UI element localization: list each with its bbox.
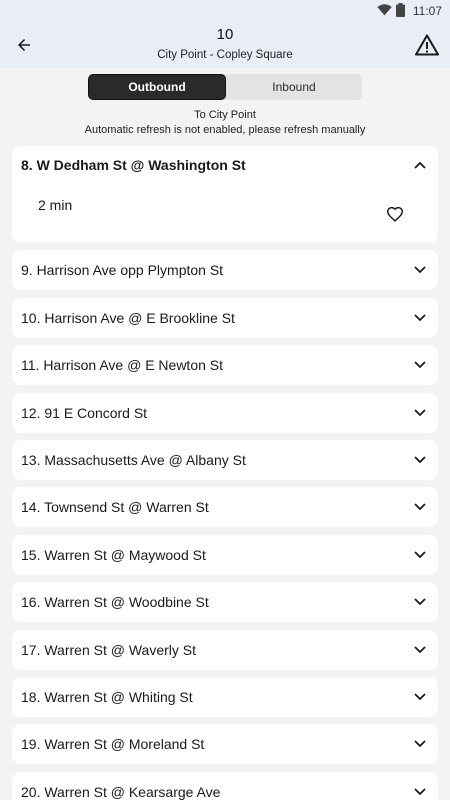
chevron-up-icon[interactable]	[412, 157, 428, 173]
chevron-down-icon[interactable]	[412, 736, 428, 752]
chevron-down-icon[interactable]	[412, 310, 428, 326]
stop-label: 19. Warren St @ Moreland St	[21, 736, 205, 753]
stop-label: 9. Harrison Ave opp Plympton St	[21, 262, 224, 279]
chevron-down-icon[interactable]	[412, 689, 428, 705]
stop-label: 13. Massachusetts Ave @ Albany St	[21, 451, 246, 468]
status-bar: 11:07	[0, 0, 450, 22]
stop-card[interactable]: 11. Harrison Ave @ E Newton St	[12, 345, 438, 386]
app-bar: 10 City Point - Copley Square	[0, 22, 450, 68]
arrow-back-icon	[18, 39, 30, 51]
chevron-down-icon[interactable]	[412, 262, 428, 278]
stop-card[interactable]: 20. Warren St @ Kearsarge Ave	[12, 771, 438, 800]
stop-card[interactable]: 18. Warren St @ Whiting St	[12, 676, 438, 717]
refresh-notice: Automatic refresh is not enabled, please…	[84, 124, 366, 136]
heart-outline-icon	[386, 206, 404, 222]
chevron-down-icon[interactable]	[412, 784, 428, 800]
alerts-button[interactable]	[412, 30, 442, 60]
battery-icon	[395, 2, 405, 20]
stop-label: 20. Warren St @ Kearsarge Ave	[21, 783, 221, 800]
stop-card[interactable]: 16. Warren St @ Woodbine St	[12, 582, 438, 623]
stop-card[interactable]: 19. Warren St @ Moreland St	[12, 724, 438, 765]
stop-card[interactable]: 10. Harrison Ave @ E Brookline St	[12, 297, 438, 338]
stop-card[interactable]: 13. Massachusetts Ave @ Albany St	[12, 439, 438, 480]
chevron-down-icon[interactable]	[412, 499, 428, 515]
stop-label: 11. Harrison Ave @ E Newton St	[21, 357, 224, 374]
chevron-down-icon[interactable]	[412, 547, 428, 563]
wifi-icon	[377, 3, 392, 19]
route-number: 10	[216, 26, 234, 43]
stop-label: 18. Warren St @ Whiting St	[21, 688, 193, 705]
chevron-down-icon[interactable]	[412, 452, 428, 468]
stop-card[interactable]: 17. Warren St @ Waverly St	[12, 629, 438, 670]
stop-card-expanded[interactable]: 8. W Dedham St @ Washington St 2 min	[12, 146, 438, 243]
stop-label: 12. 91 E Concord St	[21, 404, 148, 421]
stop-card[interactable]: 9. Harrison Ave opp Plympton St	[12, 250, 438, 291]
stop-label: 14. Townsend St @ Warren St	[21, 499, 209, 516]
warning-icon	[415, 34, 439, 56]
stop-label: 16. Warren St @ Woodbine St	[21, 594, 209, 611]
chevron-down-icon[interactable]	[412, 594, 428, 610]
stop-label: 15. Warren St @ Maywood St	[21, 546, 206, 563]
stop-label: 10. Harrison Ave @ E Brookline St	[21, 309, 235, 326]
stop-list: 8. W Dedham St @ Washington St 2 min 9. …	[12, 146, 438, 800]
route-title: 10 City Point - Copley Square	[60, 26, 390, 64]
arrival-time: 2 min	[38, 197, 73, 213]
chevron-down-icon[interactable]	[412, 405, 428, 421]
stop-card[interactable]: 14. Townsend St @ Warren St	[12, 487, 438, 528]
destination-label: To City Point	[194, 109, 256, 121]
stop-label: 8. W Dedham St @ Washington St	[21, 157, 246, 173]
inbound-tab[interactable]: Inbound	[226, 74, 362, 100]
chevron-down-icon[interactable]	[412, 642, 428, 658]
back-button[interactable]	[10, 31, 38, 59]
direction-toggle: Outbound Inbound	[88, 74, 362, 100]
status-time: 11:07	[412, 4, 442, 18]
stop-card[interactable]: 12. 91 E Concord St	[12, 392, 438, 433]
stop-card[interactable]: 15. Warren St @ Maywood St	[12, 534, 438, 575]
outbound-tab[interactable]: Outbound	[88, 74, 226, 100]
route-name: City Point - Copley Square	[157, 49, 293, 61]
stop-label: 17. Warren St @ Waverly St	[21, 641, 196, 658]
chevron-down-icon[interactable]	[412, 357, 428, 373]
favorite-button[interactable]	[385, 204, 405, 224]
